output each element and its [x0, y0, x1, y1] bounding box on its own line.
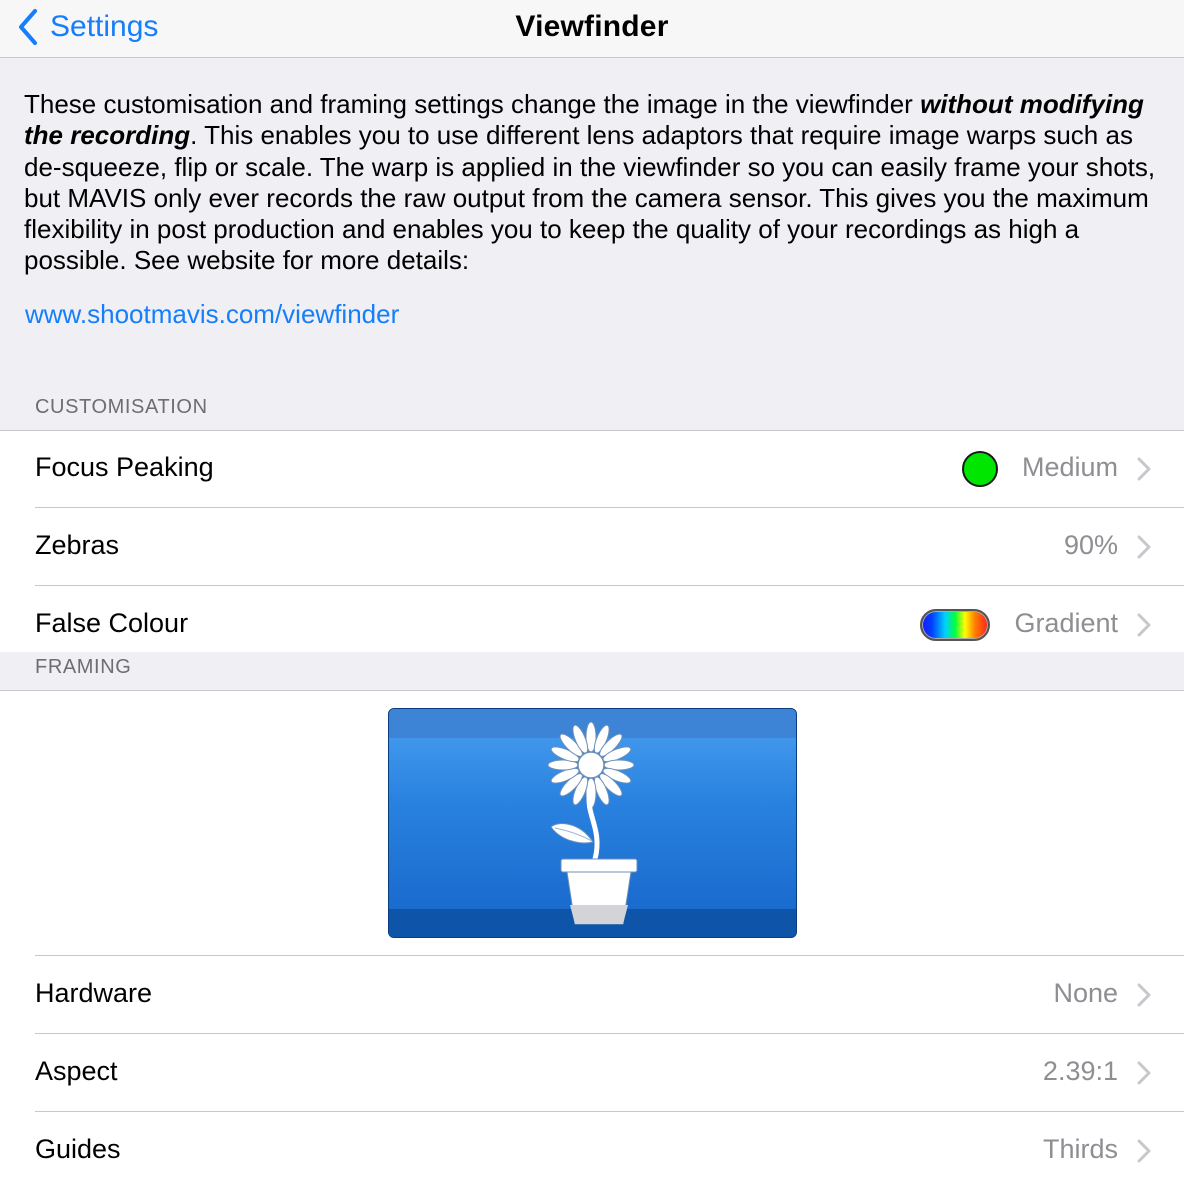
- row-value: 2.39:1: [1042, 1056, 1118, 1086]
- chevron-right-icon: [1136, 1137, 1152, 1165]
- chevron-right-icon: [1136, 611, 1152, 639]
- row-hardware[interactable]: Hardware None: [0, 956, 1184, 1034]
- row-false-colour[interactable]: False Colour Gradient: [0, 586, 1184, 652]
- row-value: None: [1053, 978, 1118, 1008]
- chevron-right-icon: [1136, 533, 1152, 561]
- row-zebras[interactable]: Zebras 90%: [0, 508, 1184, 586]
- row-focus-peaking[interactable]: Focus Peaking Medium: [0, 430, 1184, 508]
- false-colour-gradient-swatch: [920, 609, 990, 641]
- row-label: Guides: [35, 1134, 121, 1164]
- row-label: Aspect: [35, 1056, 118, 1086]
- customisation-group: Focus Peaking Medium Zebras 90% False Co…: [0, 430, 1184, 652]
- chevron-right-icon: [1136, 1059, 1152, 1087]
- section-header-customisation: CUSTOMISATION: [35, 396, 208, 418]
- description-after: . This enables you to use different lens…: [24, 120, 1156, 276]
- framing-preview[interactable]: [388, 708, 797, 938]
- chevron-right-icon: [1136, 981, 1152, 1009]
- section-header-framing: FRAMING: [35, 656, 132, 678]
- row-value: Medium: [1021, 452, 1118, 482]
- row-label: Focus Peaking: [35, 452, 214, 482]
- flower-pot-icon: [547, 721, 638, 925]
- row-label: Zebras: [35, 530, 120, 560]
- framing-group: Hardware None Aspect 2.39:1 Guides Third…: [0, 690, 1184, 1190]
- row-label: Hardware: [35, 978, 153, 1008]
- row-value: Gradient: [1014, 608, 1118, 638]
- row-value: 90%: [1063, 530, 1118, 560]
- description-before: These customisation and framing settings…: [24, 89, 921, 119]
- focus-peaking-color-swatch: [962, 451, 998, 487]
- navigation-bar: Settings Viewfinder: [0, 0, 1184, 58]
- chevron-right-icon: [1136, 455, 1152, 483]
- row-guides[interactable]: Guides Thirds: [0, 1112, 1184, 1190]
- description-text: These customisation and framing settings…: [24, 89, 1169, 277]
- row-label: False Colour: [35, 608, 189, 638]
- row-value: Thirds: [1042, 1134, 1118, 1164]
- framing-preview-row: [0, 690, 1184, 956]
- page-title: Viewfinder: [515, 10, 669, 43]
- website-link[interactable]: www.shootmavis.com/viewfinder: [25, 299, 399, 330]
- row-aspect[interactable]: Aspect 2.39:1: [0, 1034, 1184, 1112]
